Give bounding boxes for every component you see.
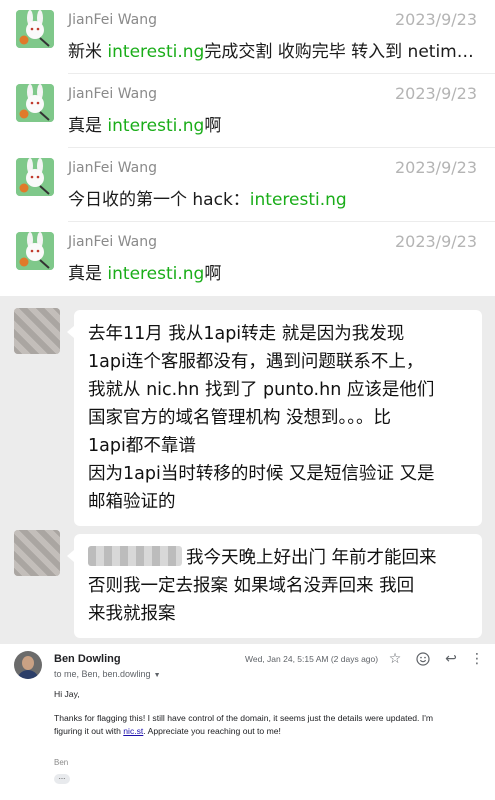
result-message: 真是 interesti.ng啊	[68, 259, 480, 284]
emoji-icon[interactable]	[414, 650, 432, 668]
ellipsis-icon[interactable]: ...	[54, 773, 70, 784]
result-date: 2023/9/23	[394, 10, 477, 29]
result-message: 今日收的第一个 hack：interesti.ng	[68, 185, 480, 210]
message-text: 真是	[68, 116, 108, 136]
result-item[interactable]: JianFei Wang 2023/9/23 真是 interesti.ng啊	[0, 74, 495, 148]
search-highlight: interesti.ng	[107, 116, 205, 136]
message-text: 今日收的第一个 hack：	[68, 190, 250, 210]
chat-line: 否则我一定去报案 如果域名没弄回来 我回	[88, 576, 415, 596]
blurred-avatar	[14, 530, 60, 576]
search-highlight: interesti.ng	[107, 264, 205, 284]
body-text: . Appreciate you reaching out to me!	[143, 726, 281, 736]
bunny-avatar	[16, 232, 54, 270]
chat-panel: 去年11月 我从1api转走 就是因为我发现 1api连个客服都没有，遇到问题联…	[0, 296, 495, 644]
sender-name[interactable]: Ben Dowling	[54, 653, 121, 665]
search-highlight: interesti.ng	[107, 42, 205, 62]
result-sender: JianFei Wang	[68, 86, 157, 102]
result-item[interactable]: JianFei Wang 2023/9/23 今日收的第一个 hack：inte…	[0, 148, 495, 222]
message-text: 完成交割 收购完毕 转入到 netim…	[204, 42, 474, 62]
more-vert-icon[interactable]: ⋮	[468, 650, 486, 668]
chat-line: 我今天晚上好出门 年前才能回来	[88, 544, 468, 572]
caret-down-icon: ▼	[153, 672, 161, 679]
chat-line: 因为1api当时转移的时候 又是短信验证 又是	[88, 464, 435, 484]
search-highlight: interesti.ng	[249, 190, 347, 210]
sender-avatar	[14, 651, 42, 679]
result-message: 真是 interesti.ng啊	[68, 111, 480, 136]
email-greeting: Hi Jay,	[54, 689, 80, 699]
result-sender: JianFei Wang	[68, 234, 157, 250]
email-paragraph: Thanks for flagging this! I still have c…	[54, 712, 484, 738]
result-item[interactable]: JianFei Wang 2023/9/23 真是 interesti.ng啊	[0, 222, 495, 296]
chat-bubble[interactable]: 去年11月 我从1api转走 就是因为我发现 1api连个客服都没有，遇到问题联…	[67, 310, 482, 526]
chat-line: 1api连个客服都没有，遇到问题联系不上，	[88, 352, 424, 372]
chat-bubble[interactable]: 我今天晚上好出门 年前才能回来 否则我一定去报案 如果域名没弄回来 我回 来我就…	[67, 534, 482, 638]
email-message: Ben Dowling to me, Ben, ben.dowling ▼ Wed…	[0, 644, 495, 800]
chat-line: 邮箱验证的	[88, 492, 176, 512]
result-date: 2023/9/23	[394, 232, 477, 251]
domain-link[interactable]: nic.st	[123, 726, 143, 736]
chat-line: 我就从 nic.hn 找到了 punto.hn 应该是他们	[88, 380, 435, 400]
chat-line: 来我就报案	[88, 604, 176, 624]
result-sender: JianFei Wang	[68, 12, 157, 28]
chat-line: 去年11月 我从1api转走 就是因为我发现	[88, 324, 405, 344]
search-results: JianFei Wang 2023/9/23 新米 interesti.ng完成…	[0, 0, 495, 296]
bunny-avatar	[16, 10, 54, 48]
result-sender: JianFei Wang	[68, 160, 157, 176]
star-icon[interactable]: ☆	[386, 650, 404, 668]
reply-icon[interactable]: ↩	[442, 650, 460, 668]
result-date: 2023/9/23	[394, 158, 477, 177]
recipients-toggle[interactable]: to me, Ben, ben.dowling ▼	[54, 669, 161, 679]
message-text: 啊	[204, 116, 222, 136]
recipients-text: to me, Ben, ben.dowling	[54, 669, 151, 679]
result-date: 2023/9/23	[394, 84, 477, 103]
chat-line: 国家官方的域名管理机构 没想到。。。比	[88, 408, 392, 428]
bunny-avatar	[16, 158, 54, 196]
result-message: 新米 interesti.ng完成交割 收购完毕 转入到 netim…	[68, 37, 480, 62]
message-text: 啊	[204, 264, 222, 284]
blurred-avatar	[14, 308, 60, 354]
chat-line: 1api都不靠谱	[88, 436, 196, 456]
redacted-text	[88, 546, 182, 566]
chat-text: 我今天晚上好出门 年前才能回来	[186, 548, 437, 568]
result-item[interactable]: JianFei Wang 2023/9/23 新米 interesti.ng完成…	[0, 0, 495, 74]
email-timestamp: Wed, Jan 24, 5:15 AM (2 days ago)	[245, 654, 379, 664]
message-text: 真是	[68, 264, 108, 284]
body-text: figuring it out with	[54, 726, 124, 736]
email-body: Hi Jay, Thanks for flagging this! I stil…	[54, 688, 484, 749]
bunny-avatar	[16, 84, 54, 122]
body-text: Thanks for flagging this! I still have c…	[54, 713, 434, 723]
email-signature: Ben	[54, 758, 69, 767]
message-text: 新米	[68, 42, 108, 62]
